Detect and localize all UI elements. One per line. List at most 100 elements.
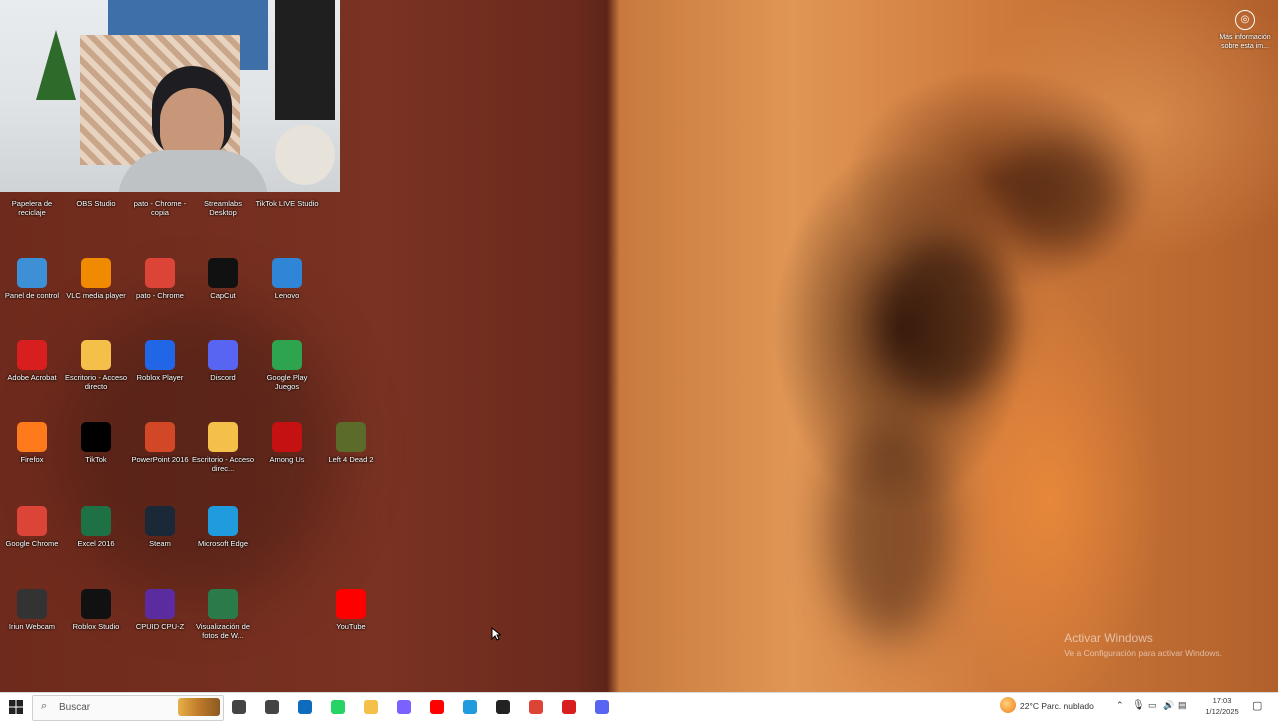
desktop-icon[interactable]: Steam xyxy=(128,506,192,586)
whatsapp-button[interactable] xyxy=(329,698,347,716)
desktop-icon[interactable]: Lenovo xyxy=(255,258,319,338)
desktop-icon-label: CapCut xyxy=(210,291,236,300)
desktop-icon-pato-chrome-copy[interactable]: pato - Chrome - copia xyxy=(128,196,192,226)
edge-taskbar-button[interactable] xyxy=(461,698,479,716)
discord-taskbar-icon xyxy=(595,700,609,714)
desktop-icon[interactable]: Among Us xyxy=(255,422,319,502)
weather-text[interactable]: 22°C Parc. nublado xyxy=(1020,701,1094,711)
desktop-icon-label: Iriun Webcam xyxy=(8,622,56,631)
desktop-icon[interactable]: Adobe Acrobat xyxy=(0,340,64,420)
desktop-icon-label: Discord xyxy=(210,373,236,382)
webcam-chair xyxy=(275,125,335,185)
language-icon[interactable]: ▤ xyxy=(1178,700,1187,711)
desktop-icon[interactable]: PowerPoint 2016 xyxy=(128,422,192,502)
whatsapp-icon xyxy=(331,700,345,714)
roblox-player-icon xyxy=(145,340,175,370)
obs-taskbar-button[interactable] xyxy=(494,698,512,716)
outlook-button[interactable] xyxy=(296,698,314,716)
search-box[interactable]: ⌕ Buscar xyxy=(32,695,224,721)
desktop-icon[interactable]: Roblox Studio xyxy=(64,589,128,669)
obs-taskbar-icon xyxy=(496,700,510,714)
microphone-icon[interactable]: 🎙 xyxy=(1132,700,1145,711)
excel-icon xyxy=(81,506,111,536)
mouse-cursor xyxy=(491,626,502,646)
desktop-icon[interactable]: VLC media player xyxy=(64,258,128,338)
wallpaper-info-label: Más información sobre esta im... xyxy=(1219,34,1271,50)
desktop-icon[interactable]: Discord xyxy=(191,340,255,420)
desktop-icon[interactable]: Escritorio - Acceso directo xyxy=(64,340,128,420)
cpuz-icon xyxy=(145,589,175,619)
copilot-icon xyxy=(397,700,411,714)
photo-viewer-icon xyxy=(208,589,238,619)
folder-taskbar-button[interactable] xyxy=(362,698,380,716)
record-button[interactable] xyxy=(560,698,578,716)
desktop-icon[interactable]: Roblox Player xyxy=(128,340,192,420)
google-play-games-icon xyxy=(272,340,302,370)
webcam-overlay xyxy=(0,0,340,192)
desktop-icon-label: CPUID CPU-Z xyxy=(135,622,185,631)
desktop-icon[interactable]: Escritorio - Acceso direc... xyxy=(191,422,255,502)
desktop-icon-label: Firefox xyxy=(20,455,44,464)
clock[interactable]: 17:03 1/12/2025 xyxy=(1200,695,1244,717)
desktop-icon[interactable]: TikTok xyxy=(64,422,128,502)
edge-icon xyxy=(208,506,238,536)
chrome-taskbar-button[interactable] xyxy=(527,698,545,716)
desktop-icon[interactable]: Microsoft Edge xyxy=(191,506,255,586)
desktop-icon-label: pato - Chrome xyxy=(136,291,184,300)
desktop-icon[interactable]: YouTube xyxy=(319,589,383,669)
desktop-icon-label: Escritorio - Acceso directo xyxy=(64,373,128,391)
webcam-tree xyxy=(36,30,76,100)
desktop-icon-streamlabs[interactable]: Streamlabs Desktop xyxy=(191,196,255,226)
desktop-icon-tiktok-live-studio[interactable]: TikTok LIVE Studio xyxy=(255,196,319,226)
desktop-icon-label: Visualización de fotos de W... xyxy=(195,622,251,640)
edge-taskbar-icon xyxy=(463,700,477,714)
folder-icon xyxy=(81,340,111,370)
desktop-icon-obs-studio[interactable]: OBS Studio xyxy=(64,196,128,226)
start-button[interactable] xyxy=(7,698,25,716)
desktop-icon[interactable]: Excel 2016 xyxy=(64,506,128,586)
weather-icon xyxy=(1000,697,1016,713)
desktop-icon-recycle-bin[interactable]: Papelera de reciclaje xyxy=(0,196,64,226)
task-view-icon xyxy=(232,700,246,714)
volume-icon[interactable]: 🔊 xyxy=(1163,700,1174,711)
wallpaper-info-button[interactable]: ◎ Más información sobre esta im... xyxy=(1214,10,1276,51)
desktop-icon-label: Escritorio - Acceso direc... xyxy=(191,455,255,473)
desktop-icon[interactable]: pato - Chrome xyxy=(128,258,192,338)
desktop-icon[interactable]: Left 4 Dead 2 xyxy=(319,422,383,502)
powerpoint-icon xyxy=(145,422,175,452)
desktop-icon[interactable]: Panel de control xyxy=(0,258,64,338)
taskbar: ⌕ Buscar 22°C Parc. nublado ⌃ 🎙 ▭ 🔊 ▤ 17… xyxy=(0,692,1278,721)
network-icon[interactable]: ▭ xyxy=(1148,700,1157,711)
steam-icon xyxy=(145,506,175,536)
firefox-icon xyxy=(17,422,47,452)
desktop-icon[interactable]: Google Play Juegos xyxy=(255,340,319,420)
clock-date: 1/12/2025 xyxy=(1205,707,1239,716)
tray-chevron-icon[interactable]: ⌃ xyxy=(1116,700,1124,711)
watermark-subtitle: Ve a Configuración para activar Windows. xyxy=(1064,648,1222,658)
desktop-icon-label: Adobe Acrobat xyxy=(7,373,57,382)
desktop-icon[interactable]: Visualización de fotos de W... xyxy=(191,589,255,669)
file-explorer-taskbar-icon xyxy=(265,700,279,714)
control-panel-icon xyxy=(17,258,47,288)
chrome-icon xyxy=(145,258,175,288)
youtube-taskbar-button[interactable] xyxy=(428,698,446,716)
desktop-icon[interactable]: Iriun Webcam xyxy=(0,589,64,669)
desktop-icon[interactable]: Firefox xyxy=(0,422,64,502)
notifications-icon[interactable]: ▢ xyxy=(1252,699,1262,712)
iriun-webcam-icon xyxy=(17,589,47,619)
discord-taskbar-button[interactable] xyxy=(593,698,611,716)
file-explorer-taskbar-button[interactable] xyxy=(263,698,281,716)
chrome-taskbar-icon xyxy=(529,700,543,714)
search-placeholder: Buscar xyxy=(59,702,91,713)
among-us-icon xyxy=(272,422,302,452)
desktop-icon[interactable]: CPUID CPU-Z xyxy=(128,589,192,669)
roblox-studio-icon xyxy=(81,589,111,619)
desktop-wallpaper: Papelera de reciclaje OBS Studio pato - … xyxy=(0,0,1278,692)
chrome-icon xyxy=(17,506,47,536)
desktop-icon[interactable]: CapCut xyxy=(191,258,255,338)
copilot-button[interactable] xyxy=(395,698,413,716)
task-view-button[interactable] xyxy=(230,698,248,716)
desktop-icon-label: Google Play Juegos xyxy=(266,373,308,391)
desktop-icon-label: Left 4 Dead 2 xyxy=(328,455,374,464)
desktop-icon[interactable]: Google Chrome xyxy=(0,506,64,586)
